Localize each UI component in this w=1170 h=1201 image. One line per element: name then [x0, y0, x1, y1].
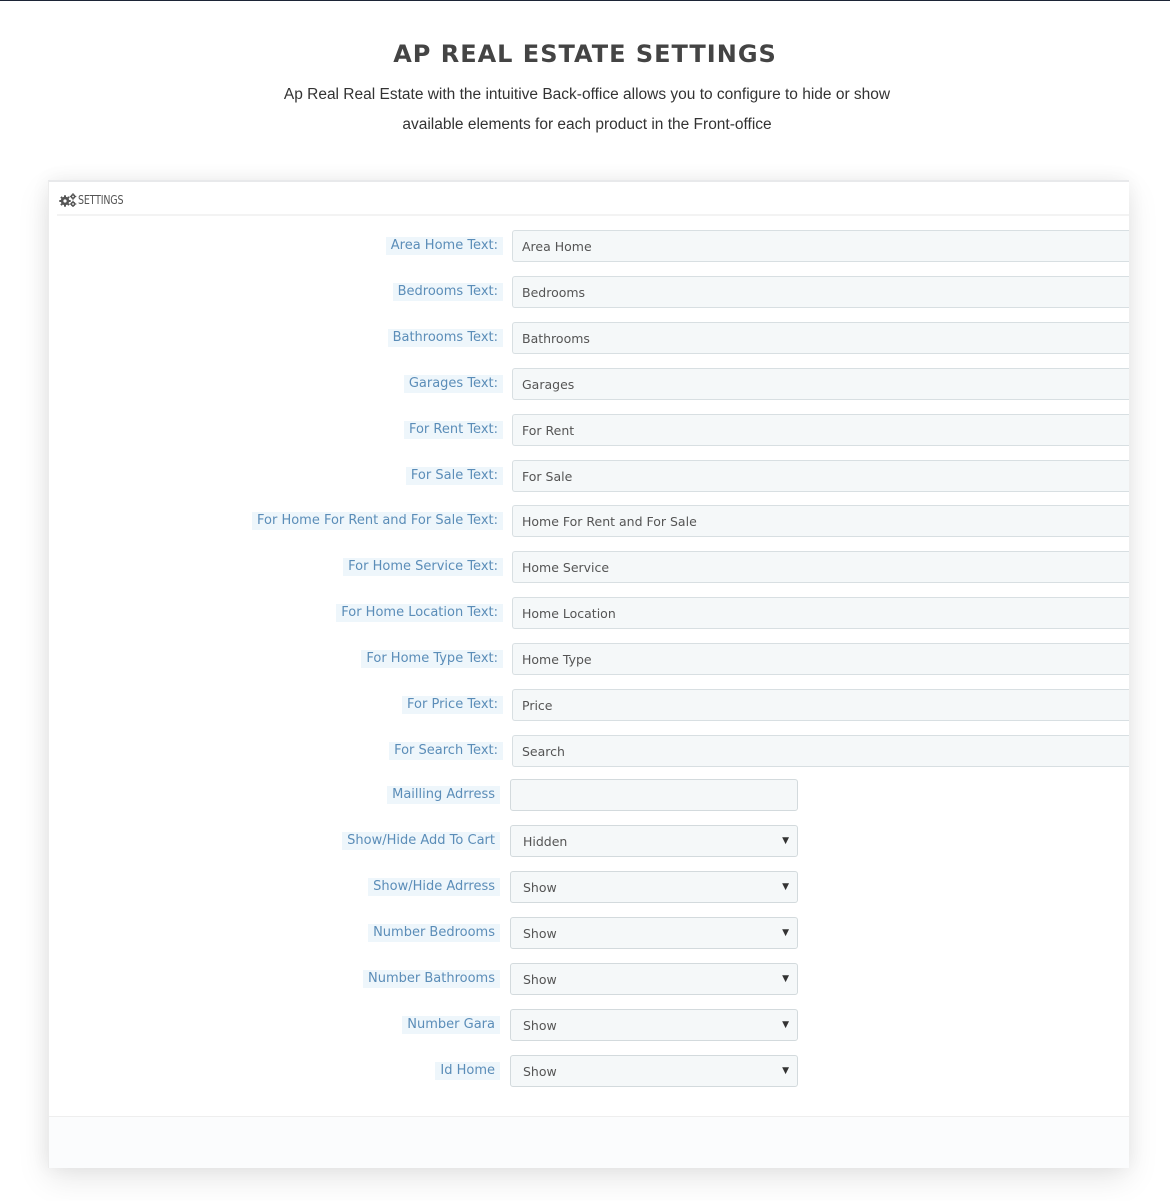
panel-footer [49, 1116, 1129, 1168]
visibility-select[interactable]: Show ▼ [510, 871, 798, 903]
select-value: Show [523, 1017, 557, 1033]
field-label: Mailling Adrress [387, 786, 500, 804]
subtitle-line-1: Ap Real Real Estate with the intuitive B… [283, 86, 891, 103]
field-label: For Sale Text: [405, 467, 503, 485]
form-row-text: For Rent Text: For Rent [49, 414, 1129, 446]
field-label: Id Home [435, 1062, 500, 1080]
text-input[interactable]: Home Location [512, 597, 1129, 629]
caret-down-icon: ▼ [782, 974, 789, 984]
visibility-select[interactable]: Show ▼ [510, 917, 798, 949]
form-row-text: For Home Service Text: Home Service [49, 551, 1129, 583]
field-label: Number Bathrooms [363, 970, 500, 988]
form-row-text: Bathrooms Text: Bathrooms [49, 322, 1129, 354]
form-row-text: For Home For Rent and For Sale Text: Home… [49, 505, 1129, 537]
form-row-select: Number Bedrooms Show ▼ [49, 917, 1129, 949]
field-label: For Home Location Text: [336, 604, 503, 622]
top-border [0, 0, 1170, 1]
visibility-select[interactable]: Hidden ▼ [510, 825, 798, 857]
form-row-text: For Price Text: Price [49, 689, 1129, 721]
text-input[interactable]: Area Home [512, 230, 1129, 262]
form-row-select: Show/Hide Add To Cart Hidden ▼ [49, 825, 1129, 857]
page-title: AP REAL ESTATE SETTINGS [393, 40, 777, 68]
panel-heading-title: SETTINGS [78, 193, 124, 207]
field-label: Number Bedrooms [368, 924, 500, 942]
settings-panel: SETTINGS Area Home Text: Area Home Bedroom… [48, 180, 1129, 1168]
text-input[interactable]: Bathrooms [512, 322, 1129, 354]
caret-down-icon: ▼ [782, 928, 789, 938]
field-label: Area Home Text: [385, 237, 503, 255]
visibility-select[interactable]: Show ▼ [510, 1055, 798, 1087]
field-label: Bathrooms Text: [387, 329, 503, 347]
form-row-select: Number Gara Show ▼ [49, 1009, 1129, 1041]
select-value: Show [523, 879, 557, 895]
form-row-text: For Sale Text: For Sale [49, 460, 1129, 492]
field-label: Bedrooms Text: [392, 283, 503, 301]
visibility-select[interactable]: Show ▼ [510, 963, 798, 995]
panel-heading: SETTINGS [57, 186, 1129, 216]
select-value: Show [523, 925, 557, 941]
field-label: For Home Service Text: [343, 558, 503, 576]
text-input[interactable]: Home Service [512, 551, 1129, 583]
select-value: Hidden [523, 833, 568, 849]
caret-down-icon: ▼ [782, 1020, 789, 1030]
visibility-select[interactable]: Show ▼ [510, 1009, 798, 1041]
text-input[interactable]: For Sale [512, 460, 1129, 492]
form-row-text: Bedrooms Text: Bedrooms [49, 276, 1129, 308]
form-row-select: Number Bathrooms Show ▼ [49, 963, 1129, 995]
field-label: Show/Hide Add To Cart [342, 832, 500, 850]
text-input[interactable]: For Rent [512, 414, 1129, 446]
form-row-mailing-address: Mailling Adrress [49, 779, 1129, 811]
field-label: For Home For Rent and For Sale Text: [252, 512, 503, 530]
form-row-select: Show/Hide Adrress Show ▼ [49, 871, 1129, 903]
field-label: Show/Hide Adrress [368, 878, 500, 896]
field-label: Number Gara [402, 1016, 500, 1034]
gears-icon [59, 193, 77, 207]
field-label: For Search Text: [389, 742, 503, 760]
form-row-text: For Search Text: Search [49, 735, 1129, 767]
subtitle-line-2: available elements for each product in t… [402, 116, 772, 133]
form-row-select: Id Home Show ▼ [49, 1055, 1129, 1087]
text-input[interactable]: Home For Rent and For Sale [512, 505, 1129, 537]
field-label: For Rent Text: [403, 421, 503, 439]
select-value: Show [523, 971, 557, 987]
caret-down-icon: ▼ [782, 836, 789, 846]
field-label: For Price Text: [402, 696, 503, 714]
form-row-text: Garages Text: Garages [49, 368, 1129, 400]
text-input[interactable]: Garages [512, 368, 1129, 400]
form-row-text: Area Home Text: Area Home [49, 230, 1129, 262]
select-value: Show [523, 1063, 557, 1079]
field-label: Garages Text: [403, 375, 503, 393]
caret-down-icon: ▼ [782, 1066, 789, 1076]
text-input[interactable]: Bedrooms [512, 276, 1129, 308]
page-subtitle: Ap Real Real Estate with the intuitive B… [270, 80, 904, 140]
text-input[interactable]: Home Type [512, 643, 1129, 675]
form-row-text: For Home Type Text: Home Type [49, 643, 1129, 675]
text-input[interactable]: Price [512, 689, 1129, 721]
mailing-address-input[interactable] [510, 779, 798, 811]
text-input[interactable]: Search [512, 735, 1129, 767]
form-row-text: For Home Location Text: Home Location [49, 597, 1129, 629]
field-label: For Home Type Text: [361, 650, 503, 668]
caret-down-icon: ▼ [782, 882, 789, 892]
